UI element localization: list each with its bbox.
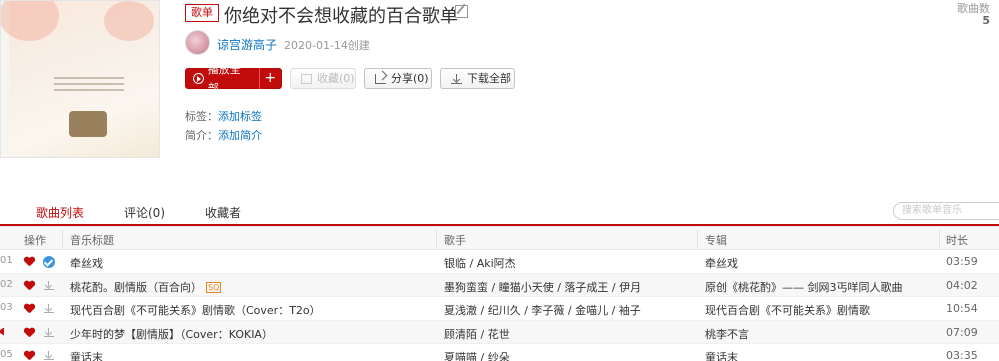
folder-plus-icon xyxy=(301,73,312,84)
header-ops: 操作 xyxy=(24,234,46,247)
table-row[interactable]: 02 桃花酌。剧情版（百合向） SQ 墨狗蛮蛮 / 瞳猫小天使 / 落子成王 / … xyxy=(0,273,999,297)
row-number: 02 xyxy=(0,278,13,290)
song-title-link[interactable]: 现代百合剧《不可能关系》剧情歌（Cover：T2o） xyxy=(70,302,321,318)
sq-quality-badge: SQ xyxy=(206,281,222,293)
favorite-button[interactable]: 收藏(0) xyxy=(290,68,356,89)
duration: 07:09 xyxy=(946,325,978,339)
downloaded-check-icon xyxy=(43,256,55,268)
column-divider xyxy=(436,230,437,248)
download-icon[interactable] xyxy=(44,351,54,360)
like-heart-icon[interactable] xyxy=(24,304,35,314)
download-icon[interactable] xyxy=(44,327,54,337)
album-link[interactable]: 原创《桃花酌》—— 剑网3丐咩同人歌曲 xyxy=(705,279,903,295)
tab-song-list[interactable]: 歌曲列表 xyxy=(36,204,84,221)
artist-link[interactable]: 银临 / Aki阿杰 xyxy=(444,255,516,271)
header-album: 专辑 xyxy=(705,234,727,247)
table-row[interactable]: 少年时的梦【剧情版】（Cover：KOKIA） 顾清陌 / 花世 桃李不言 07… xyxy=(0,320,999,344)
like-heart-icon[interactable] xyxy=(24,257,35,267)
song-title-link[interactable]: 牵丝戏 xyxy=(70,255,103,271)
play-all-label: 播放全部 xyxy=(207,62,241,95)
playlist-tag: 歌单 xyxy=(185,4,219,22)
header-duration: 时长 xyxy=(946,234,968,247)
table-row[interactable]: 01 牵丝戏 银临 / Aki阿杰 牵丝戏 03:59 xyxy=(0,250,999,274)
album-link[interactable]: 桃李不言 xyxy=(705,326,749,342)
row-number: 05 xyxy=(0,349,13,360)
column-divider xyxy=(62,230,63,248)
song-table: 操作 音乐标题 歌手 专辑 时长 01 牵丝戏 银临 / Aki阿杰 牵丝戏 0… xyxy=(0,226,999,361)
song-count: 5 xyxy=(982,14,990,27)
share-button[interactable]: 分享(0) xyxy=(364,68,432,89)
tab-subscribers[interactable]: 收藏者 xyxy=(205,204,241,221)
column-divider xyxy=(697,230,698,248)
download-all-button[interactable]: 下载全部 xyxy=(440,68,515,89)
add-description-link[interactable]: 添加简介 xyxy=(218,129,262,142)
cover-text-decor xyxy=(54,73,124,95)
song-title-link[interactable]: 少年时的梦【剧情版】（Cover：KOKIA） xyxy=(70,326,273,342)
cover-flower-decor xyxy=(1,1,59,41)
creator-avatar[interactable] xyxy=(185,30,210,55)
favorite-label: 收藏(0) xyxy=(317,72,355,85)
playlist-cover xyxy=(0,0,160,158)
duration: 10:54 xyxy=(946,302,978,315)
artist-link[interactable]: 夏喵喵 / 纱朵 xyxy=(444,349,510,361)
playlist-title: 你绝对不会想收藏的百合歌单 xyxy=(224,6,458,27)
like-heart-icon[interactable] xyxy=(24,328,35,338)
album-link[interactable]: 童话末 xyxy=(705,349,738,361)
add-tags-link[interactable]: 添加标签 xyxy=(218,110,262,123)
tags-label: 标签： xyxy=(185,110,218,123)
now-playing-speaker-icon xyxy=(0,327,4,336)
search-input[interactable]: 搜索歌单音乐 xyxy=(893,202,999,220)
play-icon xyxy=(193,73,204,84)
album-link[interactable]: 现代百合剧《不可能关系》剧情歌 xyxy=(705,302,870,318)
duration: 03:59 xyxy=(946,255,978,268)
download-icon[interactable] xyxy=(44,304,54,313)
share-label: 分享(0) xyxy=(391,72,429,85)
duration: 04:02 xyxy=(946,278,978,292)
create-date: 2020-01-14创建 xyxy=(284,39,370,52)
add-to-queue-button[interactable]: + xyxy=(260,69,281,88)
duration: 03:35 xyxy=(946,349,978,361)
tab-comments[interactable]: 评论(0) xyxy=(124,204,165,221)
tab-bar: 歌曲列表 评论(0) 收藏者 xyxy=(0,190,999,226)
table-row[interactable]: 05 童话末 夏喵喵 / 纱朵 童话末 03:35 xyxy=(0,344,999,361)
edit-icon[interactable] xyxy=(455,5,468,18)
description-label: 简介： xyxy=(185,129,218,142)
play-all-button[interactable]: 播放全部 + xyxy=(185,63,282,95)
song-title-link[interactable]: 童话末 xyxy=(70,349,103,361)
album-link[interactable]: 牵丝戏 xyxy=(705,255,738,271)
row-number: 01 xyxy=(0,255,13,266)
tags-row: 标签：添加标签 xyxy=(185,108,262,124)
song-title-link[interactable]: 桃花酌。剧情版（百合向） SQ xyxy=(70,279,222,295)
song-title-text: 桃花酌。剧情版（百合向） xyxy=(70,280,202,294)
header-title: 音乐标题 xyxy=(70,234,114,247)
share-icon xyxy=(375,73,386,84)
artist-link[interactable]: 夏浅澈 / 纪川久 / 李子薇 / 金喵儿 / 袖子 xyxy=(444,302,641,318)
download-label: 下载全部 xyxy=(467,72,511,85)
download-icon xyxy=(451,73,462,84)
artist-link[interactable]: 墨狗蛮蛮 / 瞳猫小天使 / 落子成王 / 伊月 xyxy=(444,279,641,295)
table-row[interactable]: 03 现代百合剧《不可能关系》剧情歌（Cover：T2o） 夏浅澈 / 纪川久 … xyxy=(0,297,999,321)
like-heart-icon[interactable] xyxy=(24,351,35,361)
creator-name-link[interactable]: 谅宫游高子 xyxy=(217,36,277,53)
cover-artwork xyxy=(1,1,159,157)
artist-link[interactable]: 顾清陌 / 花世 xyxy=(444,326,510,342)
description-row: 简介：添加简介 xyxy=(185,127,262,143)
cover-flower-decor xyxy=(104,1,154,41)
download-icon[interactable] xyxy=(44,280,54,290)
table-header: 操作 音乐标题 歌手 专辑 时长 xyxy=(0,226,999,250)
like-heart-icon[interactable] xyxy=(24,281,35,291)
column-divider xyxy=(939,230,940,248)
cover-calligraphy-decor xyxy=(69,111,107,137)
header-artist: 歌手 xyxy=(444,234,466,247)
row-number: 03 xyxy=(0,302,13,313)
